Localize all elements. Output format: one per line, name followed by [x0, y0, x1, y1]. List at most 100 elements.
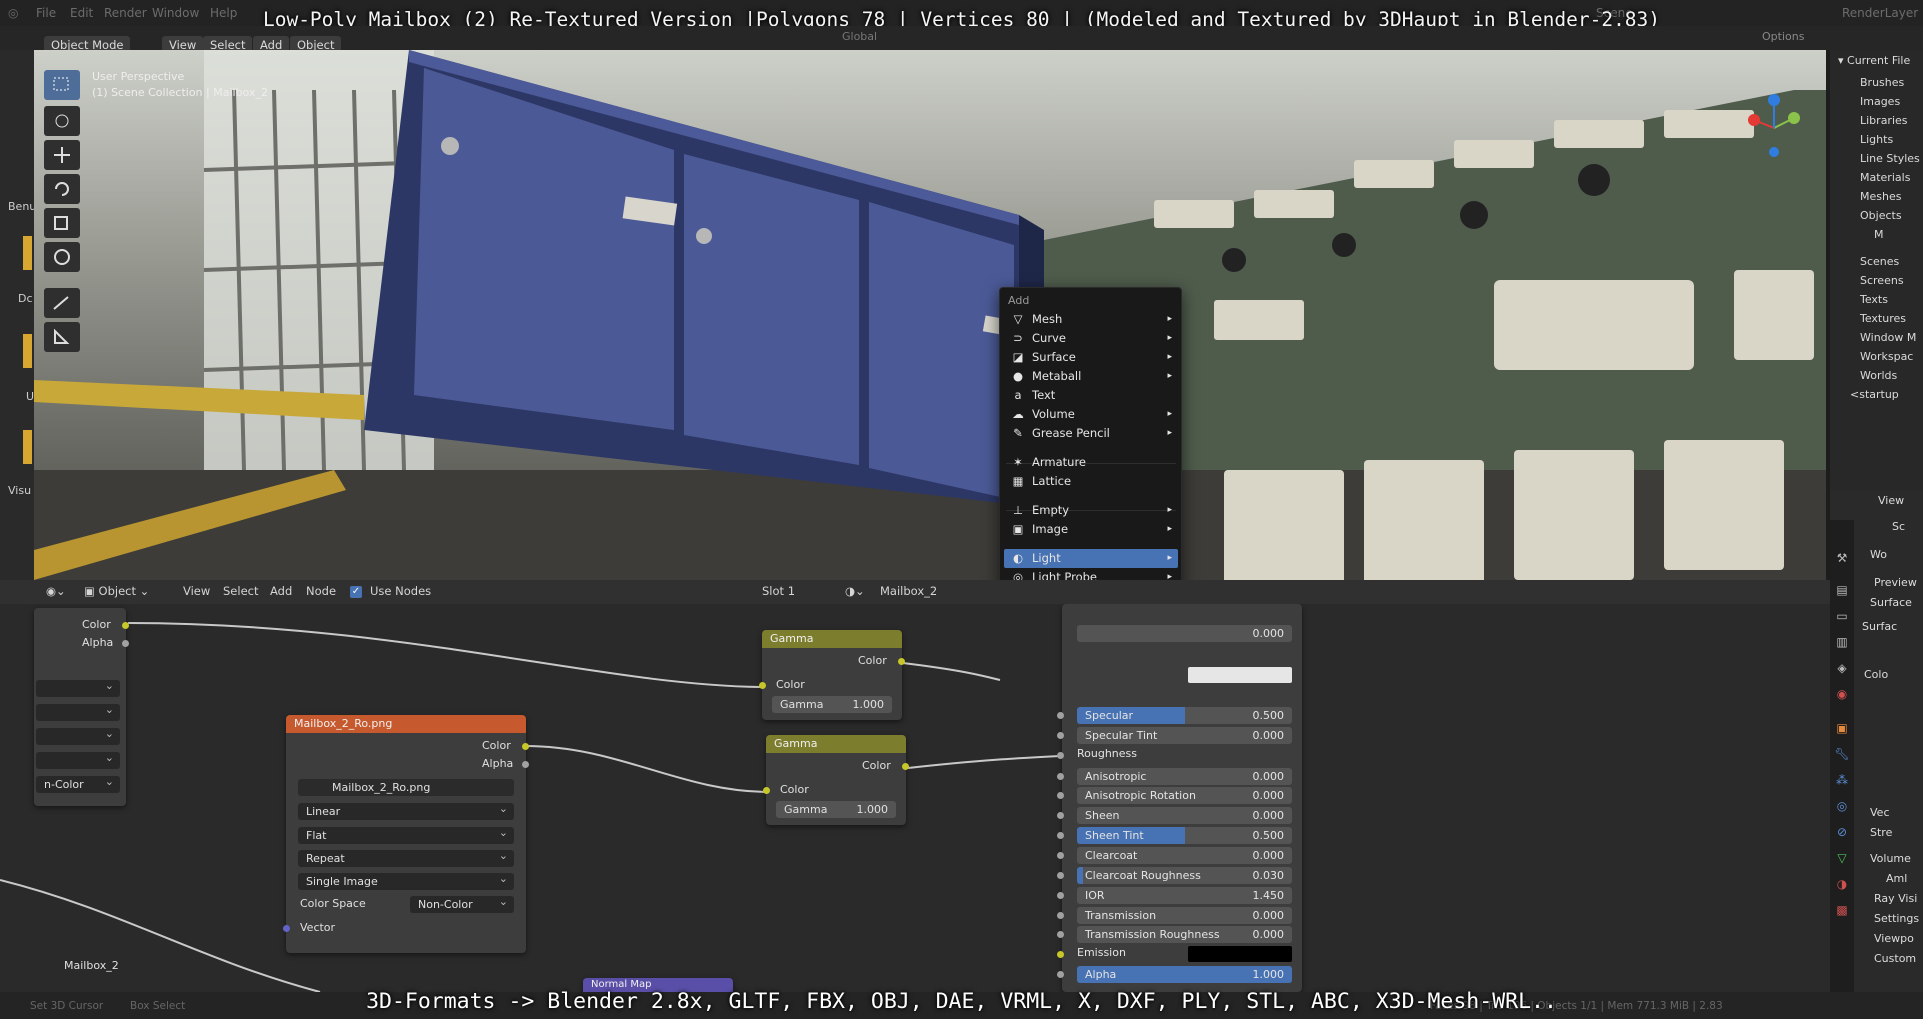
properties-item[interactable]: Volume [1870, 852, 1911, 865]
data-tab-icon[interactable]: ▽ [1834, 850, 1850, 866]
node-menu-node[interactable]: Node [306, 584, 336, 598]
bsdf-input-socket[interactable] [1057, 951, 1064, 958]
constraints-tab-icon[interactable]: ⊘ [1834, 824, 1850, 840]
navigation-gizmo[interactable] [1734, 88, 1814, 168]
bsdf-input-transmission-roughness[interactable]: Transmission Roughness 0.000 [1077, 926, 1292, 943]
add-menu-item-lattice[interactable]: ▦ Lattice [1004, 472, 1178, 491]
scene-tab-icon[interactable]: ◈ [1834, 660, 1850, 676]
properties-item[interactable]: Viewpo [1874, 932, 1914, 945]
bsdf-top-field[interactable]: 0.000 [1077, 625, 1292, 642]
properties-item[interactable]: Surface [1870, 596, 1912, 609]
properties-item[interactable]: Colo [1864, 668, 1888, 681]
object-tab-icon[interactable]: ▣ [1834, 720, 1850, 736]
tool-tab-icon[interactable]: ⚒ [1834, 550, 1850, 566]
bsdf-input-socket[interactable] [1057, 792, 1064, 799]
shader-node-editor[interactable]: Color Alpha n-Color Mailbox_2 Mailbox_2_… [0, 580, 1830, 992]
image-texture-node[interactable]: Mailbox_2_Ro.png Color Alpha Mailbox_2_R… [283, 715, 529, 953]
physics-tab-icon[interactable]: ◎ [1834, 798, 1850, 814]
bsdf-input-socket[interactable] [1057, 732, 1064, 739]
modifier-tab-icon[interactable]: 🔧︎ [1834, 746, 1850, 762]
bsdf-input-ior[interactable]: IOR 1.450 [1077, 887, 1292, 904]
add-menu-item-grease-pencil[interactable]: ✎ Grease Pencil ▸ [1004, 424, 1178, 443]
outliner-item[interactable]: Line Styles [1860, 152, 1920, 165]
world-selector[interactable]: Wo [1870, 548, 1887, 561]
color-output-socket[interactable] [898, 658, 905, 665]
bsdf-input-alpha[interactable]: Alpha 1.000 [1077, 966, 1292, 983]
left-image-node[interactable]: Color Alpha n-Color [34, 608, 129, 806]
bsdf-input-clearcoat-roughness[interactable]: Clearcoat Roughness 0.030 [1077, 867, 1292, 884]
outliner-item[interactable]: Textures [1860, 312, 1906, 325]
outliner-item[interactable]: Texts [1860, 293, 1888, 306]
bsdf-input-socket[interactable] [1057, 931, 1064, 938]
color-output-socket[interactable] [522, 743, 529, 750]
outliner-item[interactable]: Lights [1860, 133, 1893, 146]
use-nodes-checkbox[interactable]: ✓ [350, 586, 362, 598]
emission-color-swatch[interactable] [1188, 946, 1292, 962]
material-browse-icon[interactable]: ◑⌄ [845, 584, 865, 598]
bsdf-input-socket[interactable] [1057, 752, 1064, 759]
cursor-tool[interactable] [44, 106, 80, 136]
outliner-item[interactable]: Libraries [1860, 114, 1908, 127]
world-tab-icon[interactable]: ◉ [1834, 686, 1850, 702]
color-space-dropdown[interactable]: Non-Color [410, 893, 514, 913]
add-menu-item-metaball[interactable]: ● Metaball ▸ [1004, 367, 1178, 386]
material-tab-icon[interactable]: ◑ [1834, 876, 1850, 892]
node-menu-select[interactable]: Select [223, 584, 258, 598]
alpha-output-socket[interactable] [522, 761, 529, 768]
bsdf-input-socket[interactable] [1057, 773, 1064, 780]
properties-item[interactable]: Vec [1870, 806, 1890, 819]
annotate-tool[interactable] [44, 288, 80, 318]
output-tab-icon[interactable]: ▭ [1834, 608, 1850, 624]
outliner-item[interactable]: Screens [1860, 274, 1904, 287]
measure-tool[interactable] [44, 322, 80, 352]
bsdf-input-emission[interactable]: Emission [1077, 946, 1292, 962]
bsdf-input-specular[interactable]: Specular 0.500 [1077, 707, 1292, 724]
properties-item[interactable]: Ray Visi [1874, 892, 1917, 905]
add-menu-item-empty[interactable]: ⊥ Empty ▸ [1004, 501, 1178, 520]
add-menu-item-mesh[interactable]: ▽ Mesh ▸ [1004, 310, 1178, 329]
bsdf-input-socket[interactable] [1057, 971, 1064, 978]
gamma-node-2[interactable]: Gamma Color Color Gamma 1.000 [763, 735, 909, 825]
gamma-field[interactable]: Gamma 1.000 [776, 801, 896, 818]
bsdf-input-sheen[interactable]: Sheen 0.000 [1077, 807, 1292, 824]
move-tool[interactable] [44, 140, 80, 170]
properties-view-tab[interactable]: View [1878, 494, 1904, 507]
projection-dropdown[interactable]: Flat [298, 824, 514, 844]
outliner-item[interactable]: Window M [1860, 331, 1916, 344]
color-output-socket[interactable] [902, 763, 909, 770]
properties-item[interactable]: Custom [1874, 952, 1916, 965]
material-name-field[interactable]: Mailbox_2 [880, 584, 937, 598]
options-dropdown[interactable]: Options [1762, 30, 1804, 43]
particles-tab-icon[interactable]: ⁂ [1834, 772, 1850, 788]
bsdf-input-socket[interactable] [1057, 912, 1064, 919]
texture-tab-icon[interactable]: ▩ [1834, 902, 1850, 918]
3d-viewport[interactable]: User Perspective (1) Scene Collection | … [34, 50, 1826, 580]
select-box-tool[interactable] [44, 70, 80, 100]
rotate-tool[interactable] [44, 174, 80, 204]
gamma-node-title[interactable]: Gamma [766, 735, 906, 753]
projection-dropdown[interactable] [36, 701, 120, 721]
extension-dropdown[interactable] [36, 725, 120, 745]
outliner-item[interactable]: M [1874, 228, 1884, 241]
outliner-item[interactable]: Worlds [1860, 369, 1897, 382]
outliner-item[interactable]: Scenes [1860, 255, 1899, 268]
properties-item[interactable]: Aml [1886, 872, 1907, 885]
color-space-dropdown[interactable]: n-Color [36, 773, 120, 793]
view-layer-tab-icon[interactable]: ▥ [1834, 634, 1850, 650]
bsdf-input-socket[interactable] [1057, 812, 1064, 819]
bsdf-input-clearcoat[interactable]: Clearcoat 0.000 [1077, 847, 1292, 864]
bsdf-input-roughness[interactable]: Roughness [1077, 747, 1137, 760]
gamma-node-1[interactable]: Gamma Color Color Gamma 1.000 [759, 630, 905, 720]
add-menu-item-curve[interactable]: ⊃ Curve ▸ [1004, 329, 1178, 348]
color-output-socket[interactable] [122, 622, 129, 629]
gamma-node-title[interactable]: Gamma [762, 630, 902, 648]
slot-dropdown[interactable]: Slot 1 [762, 584, 795, 598]
add-menu-item-image[interactable]: ▣ Image ▸ [1004, 520, 1178, 539]
properties-item[interactable]: Settings [1874, 912, 1919, 925]
add-menu-item-text[interactable]: a Text [1004, 386, 1178, 405]
editor-type-icon[interactable]: ◉⌄ [46, 584, 66, 598]
transform-orientation[interactable]: Global [842, 30, 877, 43]
vector-input-socket[interactable] [283, 925, 290, 932]
transform-tool[interactable] [44, 242, 80, 272]
node-menu-view[interactable]: View [183, 584, 210, 598]
